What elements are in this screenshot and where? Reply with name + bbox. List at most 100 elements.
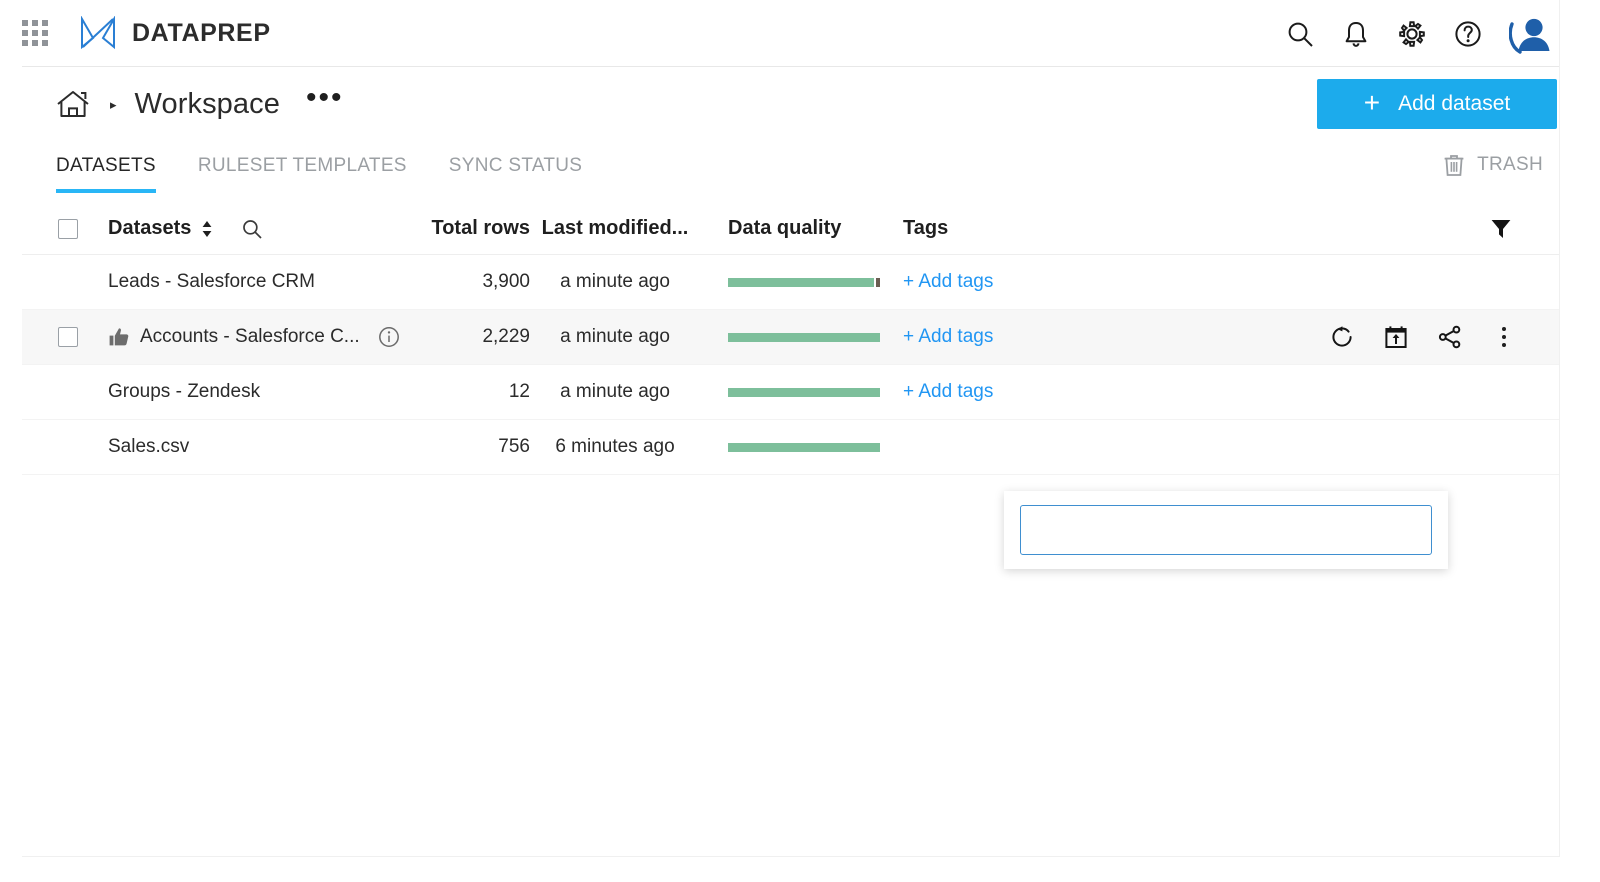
kebab-dot (1502, 343, 1506, 347)
search-icon[interactable] (1285, 19, 1315, 49)
data-quality-endcap (876, 277, 880, 287)
tag-editor-popup (1004, 491, 1448, 569)
row-tags-cell[interactable]: + Add tags (880, 381, 1130, 403)
settings-gear-icon[interactable] (1397, 19, 1427, 49)
row-data-quality-cell[interactable] (700, 277, 880, 287)
last-modified-value: a minute ago (560, 326, 670, 347)
total-rows-value: 2,229 (482, 326, 530, 347)
dataset-name: Sales.csv (108, 436, 190, 457)
row-checkbox[interactable] (58, 327, 78, 347)
restore-history-icon[interactable] (1329, 324, 1355, 350)
column-header-last-modified[interactable]: Last modified... (530, 217, 700, 240)
data-quality-fill (728, 442, 880, 452)
brand-name: DATAPREP (132, 18, 271, 47)
notifications-bell-icon[interactable] (1341, 19, 1371, 49)
schedule-calendar-icon[interactable] (1383, 324, 1409, 350)
add-tags-link[interactable]: + Add tags (903, 271, 993, 292)
table-row[interactable]: Leads - Salesforce CRM 3,900 a minute ag… (22, 255, 1559, 310)
waffle-dot (42, 40, 48, 46)
apps-waffle-icon[interactable] (22, 20, 48, 46)
column-header-total-rows[interactable]: Total rows (388, 217, 530, 240)
data-quality-bar (728, 387, 880, 397)
row-last-modified-cell: a minute ago (530, 326, 700, 348)
column-header-total-rows-label: Total rows (431, 217, 530, 239)
row-total-rows-cell: 756 (388, 436, 530, 458)
trash-button[interactable]: TRASH (1443, 153, 1543, 177)
data-quality-bar (728, 332, 880, 342)
total-rows-value: 3,900 (482, 271, 530, 292)
row-last-modified-cell: a minute ago (530, 381, 700, 403)
user-avatar-icon[interactable] (1509, 14, 1551, 54)
kebab-dot (1502, 335, 1506, 339)
thumbs-up-icon[interactable] (108, 326, 130, 348)
data-quality-bar (728, 277, 880, 287)
trash-icon (1444, 155, 1464, 176)
app-window: DATAPREP ▸ Workspace ••• + Add dataset D… (22, 0, 1560, 857)
breadcrumb-separator-icon: ▸ (110, 96, 117, 112)
waffle-dot (22, 20, 28, 26)
select-all-checkbox[interactable] (58, 218, 78, 239)
select-all-cell (22, 218, 108, 239)
data-quality-fill (728, 332, 880, 342)
dataprep-logo-icon (81, 16, 115, 50)
row-name-cell[interactable]: Leads - Salesforce CRM (108, 271, 388, 293)
data-quality-fill (728, 277, 874, 287)
column-header-datasets-label: Datasets (108, 217, 192, 239)
column-header-datasets[interactable]: Datasets (108, 217, 388, 240)
row-tags-cell[interactable]: + Add tags (880, 271, 1130, 293)
filter-funnel-icon[interactable] (1489, 216, 1513, 240)
row-name-cell[interactable]: Sales.csv (108, 436, 388, 458)
table-header-row: Datasets Total rows Last modified... Dat… (22, 203, 1559, 255)
breadcrumb-row: ▸ Workspace ••• + Add dataset (22, 67, 1559, 141)
table-row[interactable]: Sales.csv 756 6 minutes ago (22, 420, 1559, 475)
row-total-rows-cell: 12 (388, 381, 530, 403)
tag-input[interactable] (1020, 505, 1432, 555)
top-bar: DATAPREP (22, 0, 1559, 67)
trash-label: TRASH (1477, 154, 1543, 175)
tab-ruleset-templates[interactable]: RULESET TEMPLATES (198, 141, 407, 193)
dataset-name: Leads - Salesforce CRM (108, 271, 315, 292)
dataset-name: Groups - Zendesk (108, 381, 261, 402)
brand-home-link[interactable]: DATAPREP (78, 16, 271, 50)
row-name-cell[interactable]: Groups - Zendesk (108, 381, 388, 403)
data-quality-bar (728, 442, 880, 452)
row-total-rows-cell: 2,229 (388, 326, 530, 348)
table-row[interactable]: Accounts - Salesforce C... 2,229 a minut… (22, 310, 1559, 365)
sort-arrows-icon[interactable] (201, 219, 213, 239)
tab-sync-status[interactable]: SYNC STATUS (449, 141, 583, 193)
table-row[interactable]: Groups - Zendesk 12 a minute ago + Add t… (22, 365, 1559, 420)
datasets-table: Datasets Total rows Last modified... Dat… (22, 203, 1559, 475)
tab-bar: DATASETS RULESET TEMPLATES SYNC STATUS T… (22, 141, 1559, 203)
column-header-data-quality[interactable]: Data quality (700, 217, 880, 240)
add-tags-link[interactable]: + Add tags (903, 326, 993, 347)
waffle-dot (42, 30, 48, 36)
waffle-dot (32, 40, 38, 46)
column-header-tags[interactable]: Tags (880, 217, 1130, 240)
row-tags-cell[interactable]: + Add tags (880, 326, 1130, 348)
row-data-quality-cell[interactable] (700, 387, 880, 397)
waffle-dot (32, 30, 38, 36)
add-tags-link[interactable]: + Add tags (903, 381, 993, 402)
search-icon[interactable] (241, 218, 263, 240)
row-name-cell[interactable]: Accounts - Salesforce C... (108, 326, 399, 348)
help-question-icon[interactable] (1453, 19, 1483, 49)
total-rows-value: 756 (498, 436, 530, 457)
page-title: Workspace (134, 87, 280, 120)
row-data-quality-cell[interactable] (700, 442, 880, 452)
row-data-quality-cell[interactable] (700, 332, 880, 342)
breadcrumb-more-options[interactable]: ••• (306, 83, 344, 116)
tab-datasets[interactable]: DATASETS (56, 141, 156, 193)
share-icon[interactable] (1437, 324, 1463, 350)
column-header-last-modified-label: Last modified... (541, 217, 689, 239)
add-dataset-button[interactable]: + Add dataset (1317, 79, 1557, 129)
row-last-modified-cell: 6 minutes ago (530, 436, 700, 458)
row-select-cell (22, 327, 108, 347)
column-header-tags-label: Tags (903, 217, 949, 239)
add-dataset-label: Add dataset (1398, 92, 1511, 115)
waffle-dot (42, 20, 48, 26)
last-modified-value: 6 minutes ago (555, 436, 675, 457)
data-quality-fill (728, 387, 880, 397)
more-options-kebab-icon[interactable] (1491, 324, 1517, 350)
home-icon[interactable] (56, 89, 90, 119)
column-header-data-quality-label: Data quality (728, 217, 842, 239)
